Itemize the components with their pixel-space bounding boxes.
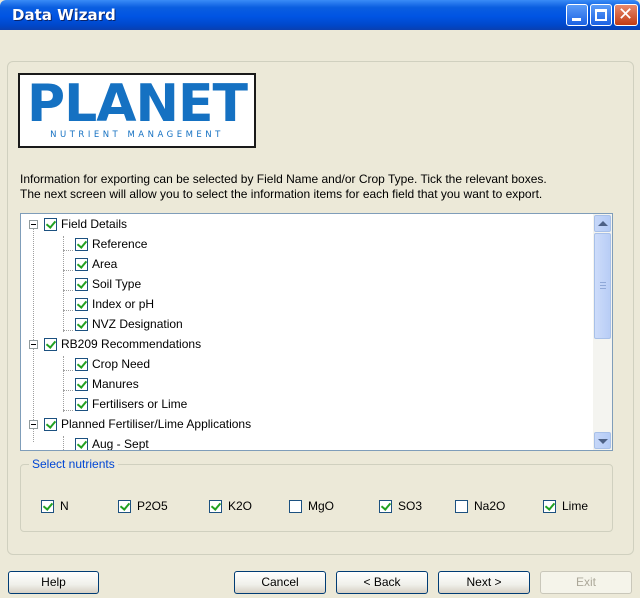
tree-scrollbar[interactable]	[593, 214, 612, 450]
down-arrow-icon	[598, 439, 608, 444]
grip-line-icon	[600, 288, 606, 289]
nutrient-checkbox[interactable]	[543, 499, 556, 513]
tree-checkbox[interactable]	[44, 217, 57, 231]
tree-checkbox[interactable]	[75, 397, 88, 411]
tree-item-label: RB209 Recommendations	[61, 337, 202, 351]
tree-leaf-node[interactable]: Area	[75, 254, 117, 274]
tree-checkbox[interactable]	[75, 437, 88, 450]
instructions-line-1: Information for exporting can be selecte…	[20, 172, 547, 186]
cancel-button[interactable]: Cancel	[234, 571, 326, 594]
nutrient-label: SO3	[398, 499, 423, 513]
logo-tagline: NUTRIENT MANAGEMENT	[50, 130, 224, 140]
nutrient-label: MgO	[308, 499, 335, 513]
nutrient-label: K2O	[228, 499, 253, 513]
tree-checkbox[interactable]	[75, 357, 88, 371]
scroll-up-button[interactable]	[594, 215, 611, 232]
tree-group-node[interactable]: RB209 Recommendations	[29, 334, 201, 354]
nutrient-checkbox[interactable]	[379, 499, 392, 513]
tree-leaf-node[interactable]: Aug - Sept	[75, 434, 149, 450]
tree-checkbox[interactable]	[75, 277, 88, 291]
up-arrow-icon	[598, 221, 608, 226]
tree-item-label: Aug - Sept	[92, 437, 149, 450]
tree-leaf-node[interactable]: Index or pH	[75, 294, 154, 314]
tree-items: Field Details Reference Area Soil Type Index…	[21, 214, 593, 450]
tree-item-label: NVZ Designation	[92, 317, 183, 331]
nutrient-checkbox[interactable]	[209, 499, 222, 513]
collapse-icon[interactable]	[29, 339, 38, 349]
nutrient-option-n[interactable]: N	[41, 499, 69, 513]
logo-brand: PLANET	[26, 74, 248, 134]
tree-checkbox[interactable]	[75, 237, 88, 251]
tree-item-label: Soil Type	[92, 277, 142, 291]
tree-checkbox[interactable]	[44, 337, 57, 351]
title-bar[interactable]: Data Wizard ✕	[0, 0, 640, 30]
maximize-button[interactable]	[590, 4, 612, 26]
close-icon: ✕	[618, 4, 634, 25]
nutrient-label: N	[60, 499, 69, 513]
tree-leaf-node[interactable]: Soil Type	[75, 274, 141, 294]
export-items-tree[interactable]: Field Details Reference Area Soil Type Index…	[20, 213, 613, 451]
nutrient-label: Na2O	[474, 499, 506, 513]
tree-item-label: Field Details	[61, 217, 128, 231]
nutrient-option-mgo[interactable]: MgO	[289, 499, 334, 513]
tree-checkbox[interactable]	[75, 317, 88, 331]
collapse-icon[interactable]	[29, 219, 38, 229]
tree-item-label: Reference	[92, 237, 148, 251]
tree-group-node[interactable]: Planned Fertiliser/Lime Applications	[29, 414, 251, 434]
maximize-icon	[595, 9, 607, 21]
nutrient-checkbox[interactable]	[41, 499, 54, 513]
tree-checkbox[interactable]	[75, 297, 88, 311]
tree-checkbox[interactable]	[44, 417, 57, 431]
tree-item-label: Planned Fertiliser/Lime Applications	[61, 417, 252, 431]
instructions-text: Information for exporting can be selecte…	[20, 172, 620, 202]
collapse-icon[interactable]	[29, 419, 38, 429]
nutrient-label: P2O5	[137, 499, 168, 513]
grip-line-icon	[600, 285, 606, 286]
tree-item-label: Fertilisers or Lime	[92, 397, 188, 411]
instructions-line-2: The next screen will allow you to select…	[20, 187, 543, 201]
help-button[interactable]: Help	[8, 571, 99, 594]
minimize-button[interactable]	[566, 4, 588, 26]
tree-item-label: Area	[92, 257, 118, 271]
nutrient-checkbox[interactable]	[455, 499, 468, 513]
planet-logo: PLANET NUTRIENT MANAGEMENT	[18, 73, 256, 148]
tree-item-label: Manures	[92, 377, 139, 391]
next-button[interactable]: Next >	[438, 571, 530, 594]
tree-item-label: Index or pH	[92, 297, 155, 311]
nutrient-option-so3[interactable]: SO3	[379, 499, 422, 513]
scroll-down-button[interactable]	[594, 432, 611, 449]
tree-leaf-node[interactable]: Crop Need	[75, 354, 150, 374]
tree-item-label: Crop Need	[92, 357, 151, 371]
back-button[interactable]: < Back	[336, 571, 428, 594]
tree-leaf-node[interactable]: Manures	[75, 374, 139, 394]
nutrient-option-k2o[interactable]: K2O	[209, 499, 252, 513]
nutrient-option-p2o5[interactable]: P2O5	[118, 499, 168, 513]
nutrient-label: Lime	[562, 499, 589, 513]
tree-group-node[interactable]: Field Details	[29, 214, 127, 234]
scroll-thumb[interactable]	[594, 233, 611, 339]
nutrient-checkbox[interactable]	[289, 499, 302, 513]
nutrient-option-na2o[interactable]: Na2O	[455, 499, 505, 513]
minimize-icon	[572, 18, 581, 21]
tree-leaf-node[interactable]: Fertilisers or Lime	[75, 394, 187, 414]
tree-leaf-node[interactable]: Reference	[75, 234, 147, 254]
tree-checkbox[interactable]	[75, 377, 88, 391]
close-button[interactable]: ✕	[614, 4, 638, 26]
tree-checkbox[interactable]	[75, 257, 88, 271]
exit-button[interactable]: Exit	[540, 571, 632, 594]
select-nutrients-group: Select nutrients N P2O5 K2O MgO SO3 Na2O Lime	[20, 457, 613, 532]
nutrient-option-lime[interactable]: Lime	[543, 499, 588, 513]
nutrients-legend: Select nutrients	[29, 457, 118, 471]
tree-leaf-node[interactable]: NVZ Designation	[75, 314, 183, 334]
grip-line-icon	[600, 282, 606, 283]
nutrient-checkbox[interactable]	[118, 499, 131, 513]
window-title: Data Wizard	[12, 6, 116, 24]
